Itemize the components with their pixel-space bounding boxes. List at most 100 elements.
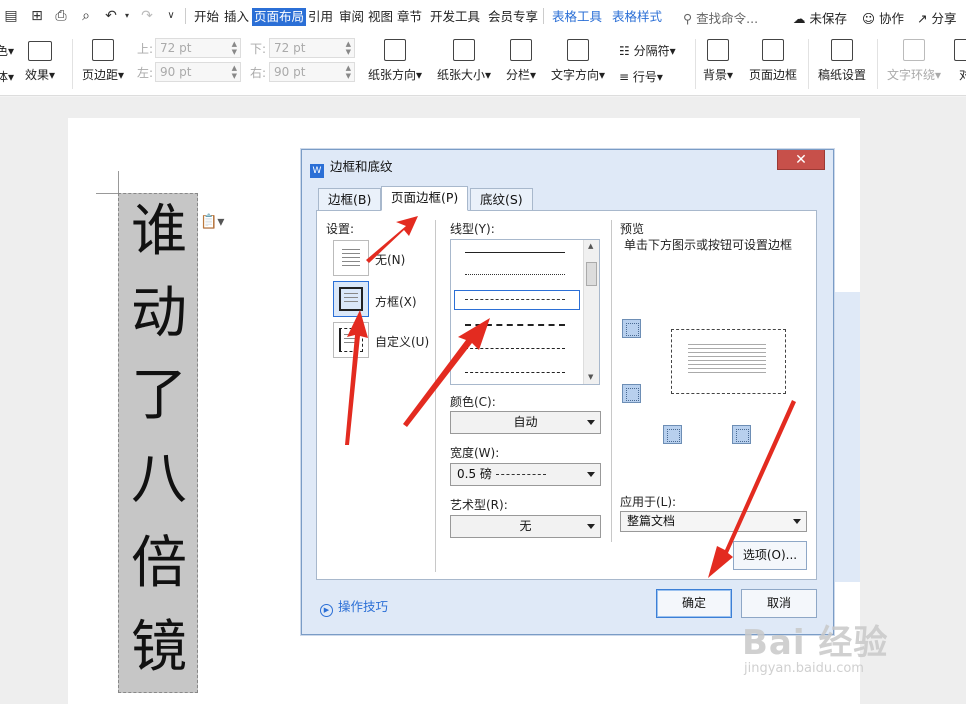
tab-table-tools[interactable]: 表格工具 <box>552 8 602 26</box>
setting-box-icon[interactable] <box>333 281 369 317</box>
line-style-list[interactable]: ▲ ▼ <box>450 239 600 385</box>
line-style-dash-dot[interactable] <box>465 348 565 349</box>
dialog-title: W 边框和底纹 <box>310 156 393 178</box>
line-style-scrollbar[interactable]: ▲ ▼ <box>583 240 599 384</box>
theme-color-button[interactable]: 色▾ <box>0 42 14 59</box>
right-margin-input[interactable]: 90 pt ▲ ▼ <box>269 62 355 82</box>
line-style-dotted[interactable] <box>465 274 565 275</box>
print-icon[interactable]: ⎙ <box>52 7 70 25</box>
apply-to-select[interactable]: 整篇文档 <box>620 511 807 532</box>
vertical-text-box[interactable]: 谁 动 了 八 倍 镜 <box>118 193 198 693</box>
divider <box>808 39 809 89</box>
undo-dropdown-icon[interactable]: ▾ <box>118 7 136 25</box>
paper-size-button[interactable]: 纸张大小▾ <box>437 39 491 83</box>
align-button[interactable]: 对 <box>954 39 966 83</box>
page-borders-button[interactable]: 页面边框 <box>749 39 797 83</box>
text-lines-icon <box>342 249 360 267</box>
art-label: 艺术型(R): <box>450 498 508 512</box>
top-margin-label: 上: <box>137 42 154 56</box>
line-numbers-icon: ≡ <box>619 70 630 84</box>
effects-button[interactable]: 效果▾ <box>25 41 55 83</box>
scroll-up-icon[interactable]: ▲ <box>588 242 593 250</box>
setting-none-icon[interactable] <box>333 240 369 276</box>
orientation-button[interactable]: 纸张方向▾ <box>368 39 422 83</box>
collaborate-button[interactable]: ☺ 协作 <box>862 8 904 27</box>
tab-page-layout[interactable]: 页面布局 <box>252 8 307 26</box>
line-numbers-button[interactable]: ≡ 行号▾ <box>619 68 663 85</box>
breaks-button[interactable]: ☷ 分隔符▾ <box>619 42 676 59</box>
left-margin-input[interactable]: 90 pt ▲ ▼ <box>155 62 241 82</box>
bottom-border-button[interactable] <box>622 384 641 403</box>
tips-link[interactable]: ▶ 操作技巧 <box>320 596 388 617</box>
left-border-button[interactable] <box>663 425 682 444</box>
top-margin-input[interactable]: 72 pt ▲ ▼ <box>155 38 241 58</box>
tab-references[interactable]: 引用 <box>308 8 333 26</box>
ok-button[interactable]: 确定 <box>656 589 732 618</box>
top-border-button[interactable] <box>622 319 641 338</box>
tab-review[interactable]: 审阅 <box>339 8 364 26</box>
tab-table-style[interactable]: 表格样式 <box>612 8 662 26</box>
chevron-down-icon <box>793 519 801 524</box>
share-icon: ↗ <box>917 11 928 26</box>
tab-view[interactable]: 视图 <box>368 8 393 26</box>
line-style-dashed[interactable] <box>465 324 565 326</box>
divider <box>435 220 436 572</box>
border-preview[interactable] <box>671 329 786 394</box>
save-icon[interactable]: ▤ <box>2 7 20 25</box>
setting-custom-label[interactable]: 自定义(U) <box>375 333 429 350</box>
scroll-down-icon[interactable]: ▼ <box>588 373 593 381</box>
setting-custom-icon[interactable] <box>333 322 369 358</box>
command-search[interactable]: ⚲ 查找命令... <box>683 8 758 27</box>
spinner-icon[interactable]: ▲ ▼ <box>232 40 237 56</box>
tab-chapter[interactable]: 章节 <box>397 8 422 26</box>
tab-member[interactable]: 会员专享 <box>488 8 538 26</box>
settings-label: 设置: <box>326 222 355 236</box>
tab-home[interactable]: 开始 <box>194 8 219 26</box>
top-margin-value: 72 pt <box>160 41 192 55</box>
background-label: 背景▾ <box>703 68 734 82</box>
line-style-solid[interactable] <box>465 252 565 253</box>
columns-button[interactable]: 分栏▾ <box>506 39 536 83</box>
tab-shading[interactable]: 底纹(S) <box>470 188 533 211</box>
setting-box-label[interactable]: 方框(X) <box>375 293 417 310</box>
width-select[interactable]: 0.5 磅 <box>450 463 601 486</box>
manuscript-button[interactable]: 稿纸设置 <box>818 39 866 83</box>
background-icon <box>707 39 730 61</box>
line-style-dashed-fine[interactable] <box>465 299 565 300</box>
spinner-icon[interactable]: ▲ ▼ <box>232 64 237 80</box>
columns-icon <box>510 39 533 61</box>
export-icon[interactable]: ⊞ <box>28 7 46 25</box>
line-style-dash-dot-dot[interactable] <box>465 372 565 373</box>
close-button[interactable]: ✕ <box>777 150 825 170</box>
columns-label: 分栏▾ <box>506 68 537 82</box>
user-icon: ☺ <box>862 11 876 26</box>
share-button[interactable]: ↗ 分享 <box>917 8 956 27</box>
paste-options-icon[interactable]: 📋▾ <box>200 214 224 230</box>
line-style-selected[interactable] <box>454 290 580 310</box>
color-select[interactable]: 自动 <box>450 411 601 434</box>
art-select[interactable]: 无 <box>450 515 601 538</box>
tab-developer[interactable]: 开发工具 <box>430 8 480 26</box>
spinner-icon[interactable]: ▲ ▼ <box>346 64 351 80</box>
quick-access-more-icon[interactable]: ∨ <box>162 7 180 25</box>
scroll-thumb[interactable] <box>586 262 597 286</box>
divider <box>877 39 878 89</box>
tab-borders[interactable]: 边框(B) <box>318 188 382 211</box>
unsaved-indicator[interactable]: ☁ 未保存 <box>793 8 847 27</box>
theme-font-button[interactable]: 体▾ <box>0 68 14 85</box>
text-direction-button[interactable]: 文字方向▾ <box>551 39 605 83</box>
print-preview-icon[interactable]: ⌕ <box>77 7 95 25</box>
background-button[interactable]: 背景▾ <box>703 39 733 83</box>
tab-page-border[interactable]: 页面边框(P) <box>381 186 469 211</box>
setting-none-label[interactable]: 无(N) <box>375 251 405 268</box>
bottom-margin-input[interactable]: 72 pt ▲ ▼ <box>269 38 355 58</box>
options-button[interactable]: 选项(O)... <box>733 541 807 570</box>
borders-shading-dialog: W 边框和底纹 ✕ 边框(B) 页面边框(P) 底纹(S) 设置: 无(N) 方框… <box>301 149 834 635</box>
search-placeholder: 查找命令... <box>696 11 759 26</box>
margins-button[interactable]: 页边距▾ <box>82 39 124 83</box>
spinner-icon[interactable]: ▲ ▼ <box>346 40 351 56</box>
tab-insert[interactable]: 插入 <box>224 8 249 26</box>
right-border-button[interactable] <box>732 425 751 444</box>
cancel-button[interactable]: 取消 <box>741 589 817 618</box>
art-value: 无 <box>519 519 532 533</box>
